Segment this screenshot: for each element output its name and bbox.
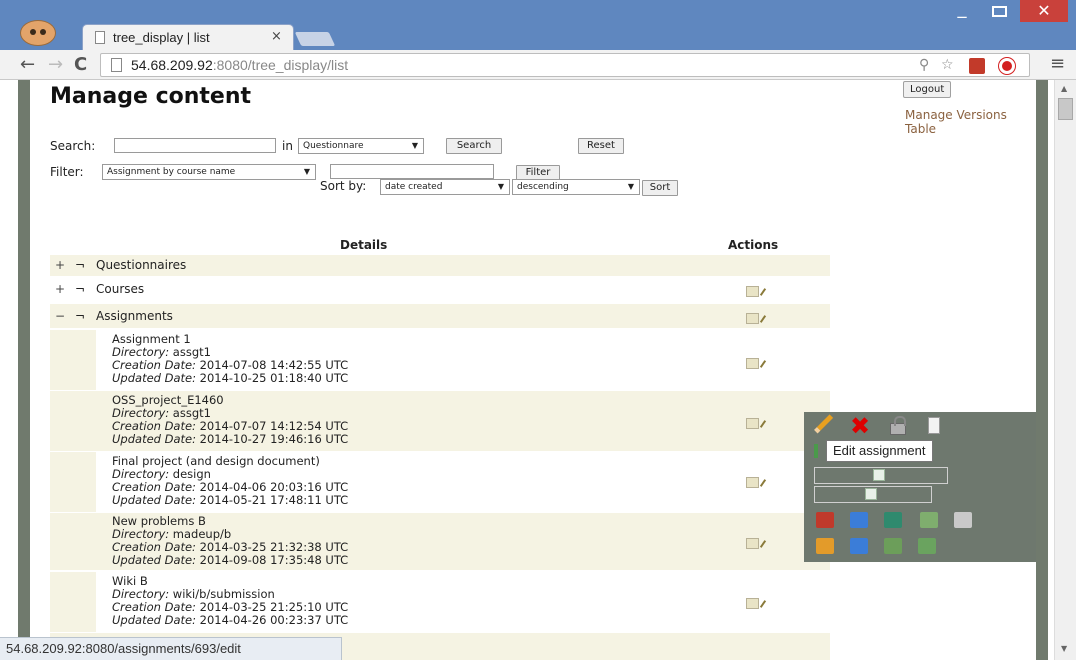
reset-button[interactable]: Reset [578,138,624,154]
extension-icon[interactable] [969,58,985,74]
assignment-updated: Updated Date: 2014-10-27 19:46:16 UTC [112,432,349,446]
delete-icon[interactable]: ✖ [850,412,870,440]
assign-icon[interactable] [814,444,818,458]
search-in-label: in [282,139,293,153]
image-placeholder-box[interactable] [814,486,932,503]
review-icon[interactable] [884,512,902,528]
action-menu-icon[interactable] [746,538,759,549]
close-window-button[interactable]: ✕ [1020,0,1068,22]
action-menu-icon[interactable] [746,286,759,297]
page-icon [95,31,105,44]
folder-icon: ¬ [75,309,86,323]
folder-name: Courses [96,282,145,296]
profile-avatar-icon[interactable] [20,20,56,46]
edit-assignment-tooltip: Edit assignment [826,440,933,462]
filter-label: Filter: [50,165,84,179]
collapse-toggle[interactable]: − [55,309,65,323]
back-arrow-icon[interactable]: ← [20,54,35,75]
upload-icon[interactable] [816,512,834,528]
maximize-button[interactable] [982,0,1018,22]
folder-name: Assignments [96,309,173,323]
minimize-button[interactable]: _ [944,0,980,22]
address-bar[interactable]: 54.68.209.92:8080/tree_display/list ⚲ ☆ [100,53,1030,77]
sort-order-select[interactable]: descending ▼ [512,179,640,195]
folder-icon: ¬ [75,258,86,272]
search-button[interactable]: Search [446,138,502,154]
scroll-up-icon[interactable]: ▲ [1061,84,1067,93]
folder-row-questionnaires[interactable]: + ¬ Questionnaires [50,255,830,276]
vertical-scrollbar[interactable]: ▲ ▼ [1054,80,1076,660]
scroll-thumb[interactable] [1058,98,1073,120]
assignment-row[interactable]: Final project (and design document) Dire… [50,452,830,512]
zoom-icon[interactable]: ⚲ [919,57,929,73]
maximize-icon [992,6,1007,17]
team-icon[interactable] [850,538,868,554]
logout-button[interactable]: Logout [903,81,952,98]
table-icon[interactable] [920,512,938,528]
tab-close-icon[interactable]: × [271,29,282,44]
assignment-updated: Updated Date: 2014-10-25 01:18:40 UTC [112,371,349,385]
sheet-icon[interactable] [884,538,902,554]
expand-toggle[interactable]: + [55,258,65,272]
folder-row-courses[interactable]: + ¬ Courses [50,278,830,302]
right-border [1036,80,1048,660]
filter-input[interactable] [330,164,494,179]
action-menu-icon[interactable] [746,358,759,369]
assignment-row[interactable]: Wiki B Directory: wiki/b/submission Crea… [50,572,830,632]
folder-row-assignments[interactable]: − ¬ Assignments [50,304,830,328]
sort-label: Sort by: [320,179,367,193]
copy-icon[interactable] [928,417,940,434]
package-icon[interactable] [918,538,936,554]
broken-image-icon [873,469,885,481]
search-scope-select[interactable]: Questionnare ▼ [298,138,424,154]
folder-name: Questionnaires [96,258,187,272]
tab-title: tree_display | list [113,30,210,45]
participants-icon[interactable] [850,512,868,528]
manage-versions-link[interactable]: Manage Versions Table [905,108,1035,136]
star-icon[interactable] [816,538,834,554]
details-column-header: Details [340,238,388,252]
opera-extension-icon[interactable] [999,58,1015,74]
assignment-updated: Updated Date: 2014-09-08 17:35:48 UTC [112,553,349,567]
report-icon[interactable] [954,512,972,528]
assignment-row[interactable]: OSS_project_E1460 Directory: assgt1 Crea… [50,391,830,451]
pencil-icon[interactable] [816,414,834,431]
page-title: Manage content [50,84,252,109]
lock-icon[interactable] [890,416,906,435]
filter-type-select[interactable]: Assignment by course name ▼ [102,164,316,180]
status-bar-url: 54.68.209.92:8080/assignments/693/edit [0,637,342,660]
browser-tab[interactable]: tree_display | list × [82,24,294,50]
assignment-row[interactable]: Assignment 1 Directory: assgt1 Creation … [50,330,830,390]
expand-toggle[interactable]: + [55,282,65,296]
broken-image-icon [865,488,877,500]
scroll-down-icon[interactable]: ▼ [1061,644,1067,653]
assignment-updated: Updated Date: 2014-04-26 00:23:37 UTC [112,613,349,627]
url-text: 54.68.209.92:8080/tree_display/list [131,57,349,73]
browser-toolbar: ← → C 54.68.209.92:8080/tree_display/lis… [0,50,1076,80]
assignment-row[interactable]: New problems B Directory: madeup/b Creat… [50,513,830,570]
action-menu-icon[interactable] [746,598,759,609]
browser-titlebar: tree_display | list × _ ✕ [0,0,1076,50]
action-menu-icon[interactable] [746,477,759,488]
assignment-actions-popup: ✖ Edit assignment [804,412,1036,562]
bookmark-star-icon[interactable]: ☆ [941,57,954,73]
assignment-updated: Updated Date: 2014-05-21 17:48:11 UTC [112,493,349,507]
action-menu-icon[interactable] [746,313,759,324]
image-placeholder-box[interactable] [814,467,948,484]
folder-icon: ¬ [75,282,86,296]
sort-button[interactable]: Sort [642,180,678,196]
reload-icon[interactable]: C [74,54,87,75]
search-input[interactable] [114,138,276,153]
actions-column-header: Actions [728,238,779,252]
sort-field-select[interactable]: date created ▼ [380,179,510,195]
page-icon [111,58,122,72]
search-label: Search: [50,139,96,153]
forward-arrow-icon[interactable]: → [48,54,63,75]
new-tab-button[interactable] [294,32,336,46]
browser-menu-icon[interactable]: ≡ [1050,53,1065,74]
action-menu-icon[interactable] [746,418,759,429]
